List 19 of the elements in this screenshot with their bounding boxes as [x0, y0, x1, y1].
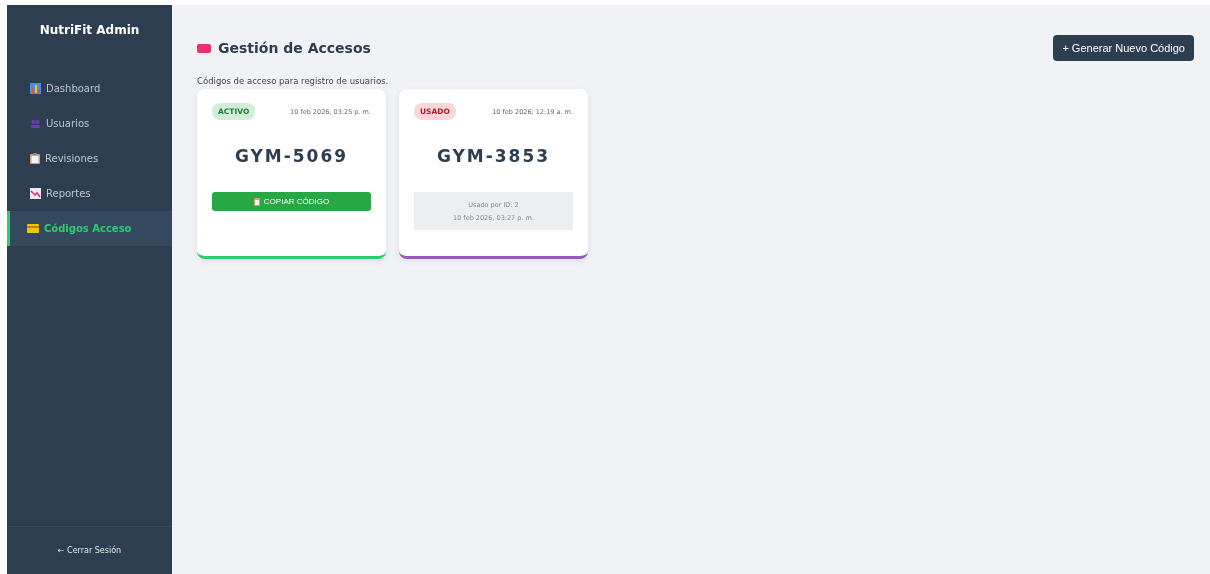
card-icon: [197, 43, 211, 53]
card-icon: [27, 224, 39, 233]
sidebar-item[interactable]: Revisiones: [7, 141, 172, 176]
generate-code-button[interactable]: + Generar Nuevo Código: [1053, 35, 1194, 61]
app-title: NutriFit Admin: [38, 22, 141, 39]
sidebar-item[interactable]: Usuarios: [7, 106, 172, 141]
sidebar-item[interactable]: Reportes: [7, 176, 172, 211]
sidebar-item[interactable]: Códigos Acceso: [7, 211, 172, 246]
logout-link[interactable]: ← Cerrar Sesión: [57, 546, 122, 555]
page-title: Gestión de Accesos: [218, 40, 371, 56]
bar-chart-icon: [30, 83, 41, 94]
access-code: GYM-5069: [233, 146, 350, 166]
sidebar-item[interactable]: Dashboard: [7, 71, 172, 106]
page-subtitle: Códigos de acceso para registro de usuarios.: [197, 76, 390, 86]
access-code: GYM-3853: [435, 146, 552, 166]
clipboard-icon: [253, 197, 260, 206]
clipboard-icon: [30, 153, 40, 164]
users-icon: [30, 118, 41, 129]
trend-chart-icon: [30, 188, 41, 199]
